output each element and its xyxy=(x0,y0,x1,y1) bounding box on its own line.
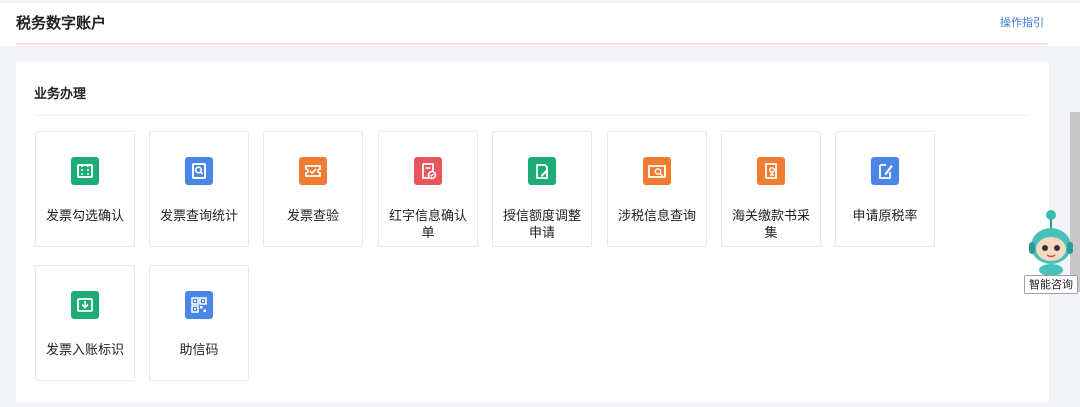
tile-customs-payment-collect[interactable]: 海关缴款书采集 xyxy=(721,131,821,247)
pencil-note-icon xyxy=(871,157,899,185)
tile-red-info-confirm[interactable]: 红字信息确认单 xyxy=(378,131,478,247)
tile-label: 助信码 xyxy=(179,343,219,358)
tile-help-code[interactable]: 助信码 xyxy=(149,265,249,381)
invoice-search-icon xyxy=(185,157,213,185)
page-title: 税务数字账户 xyxy=(16,14,107,32)
tile-label: 海关缴款书采集 xyxy=(731,209,810,241)
qr-code-icon xyxy=(185,291,213,319)
tile-label: 涉税信息查询 xyxy=(617,209,696,224)
tile-apply-original-tax-rate[interactable]: 申请原税率 xyxy=(835,131,935,247)
section-divider xyxy=(34,115,1029,116)
smart-consult-label[interactable]: 智能咨询 xyxy=(1024,275,1078,294)
operation-guide-link[interactable]: 操作指引 xyxy=(1000,14,1044,30)
header-divider xyxy=(16,43,1048,46)
tile-invoice-query-stats[interactable]: 发票查询统计 xyxy=(149,131,249,247)
folder-search-icon xyxy=(643,157,671,185)
top-header: 税务数字账户 操作指引 xyxy=(0,0,1080,46)
section-title: 业务办理 xyxy=(34,87,87,102)
tile-credit-limit-adjust[interactable]: 授信额度调整申请 xyxy=(492,131,592,247)
tile-label: 红字信息确认单 xyxy=(388,209,467,241)
tile-label: 发票勾选确认 xyxy=(45,209,124,224)
tile-label: 发票查验 xyxy=(286,209,339,224)
inbox-download-icon xyxy=(71,291,99,319)
coupon-check-icon xyxy=(299,157,327,185)
tile-label: 发票查询统计 xyxy=(159,209,238,224)
tile-invoice-verification[interactable]: 发票查验 xyxy=(263,131,363,247)
tile-invoice-entry-mark[interactable]: 发票入账标识 xyxy=(35,265,135,381)
tile-label: 申请原税率 xyxy=(852,209,918,224)
tile-label: 授信额度调整申请 xyxy=(502,209,581,241)
tile-invoice-selection-confirm[interactable]: 发票勾选确认 xyxy=(35,131,135,247)
robot-assistant-icon[interactable] xyxy=(1026,204,1076,280)
edit-document-icon xyxy=(528,157,556,185)
ticket-icon xyxy=(71,157,99,185)
customs-document-icon xyxy=(757,157,785,185)
invoice-confirm-icon xyxy=(414,157,442,185)
tile-tax-info-query[interactable]: 涉税信息查询 xyxy=(607,131,707,247)
tile-label: 发票入账标识 xyxy=(45,343,124,358)
business-panel: 业务办理 发票勾选确认 发票查询统计 发票查验 红字信息确认单 授信额度调整申请 xyxy=(16,62,1049,402)
